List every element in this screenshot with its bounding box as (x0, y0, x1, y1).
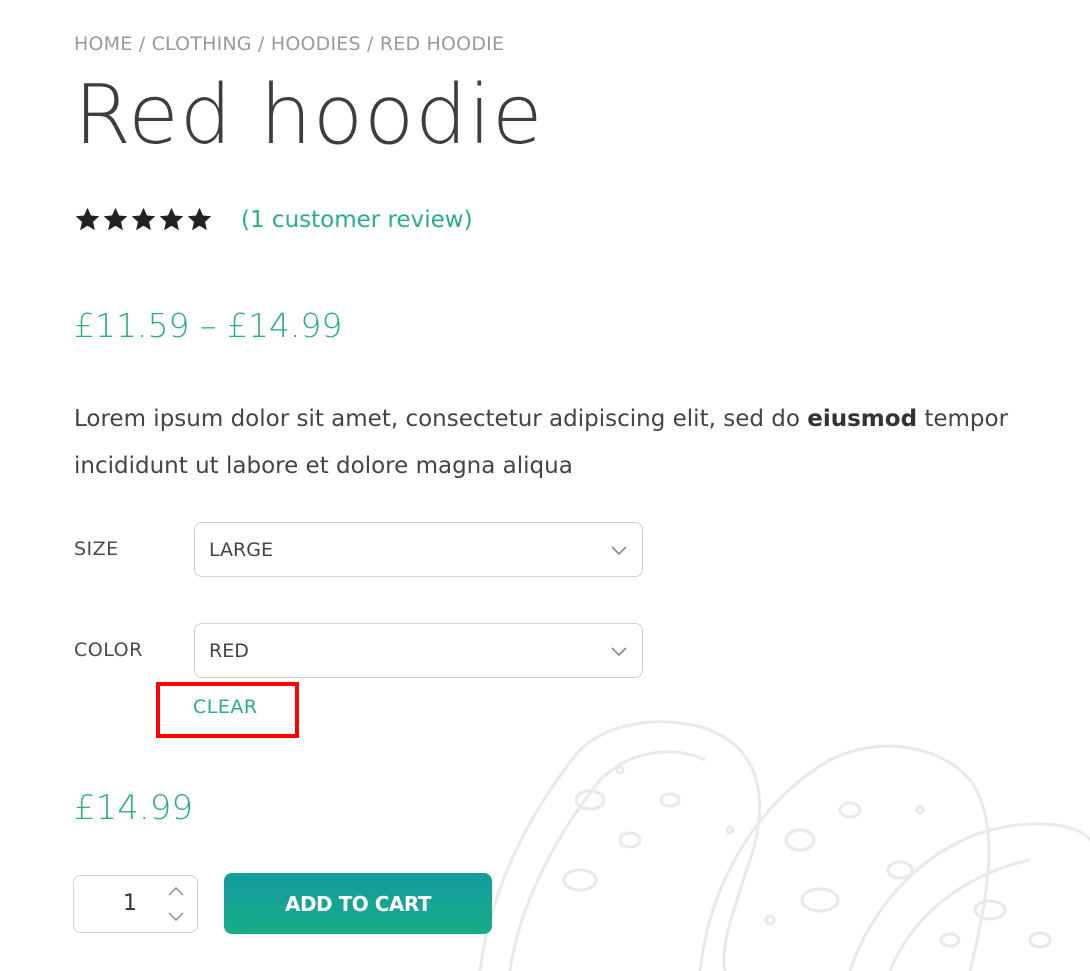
star-icon (103, 207, 128, 231)
breadcrumb-hoodies-link[interactable]: HOODIES (271, 33, 361, 55)
breadcrumb-separator: / (367, 33, 374, 55)
star-icon (131, 207, 156, 231)
color-select[interactable]: RED (194, 623, 643, 678)
description-text: Lorem ipsum dolor sit amet, consectetur … (74, 406, 808, 432)
star-icon (159, 207, 184, 231)
chevron-down-icon (611, 647, 627, 657)
breadcrumb-home-link[interactable]: HOME (74, 33, 132, 55)
product-description: Lorem ipsum dolor sit amet, consectetur … (74, 396, 1064, 490)
product-title: Red hoodie (74, 68, 544, 163)
add-to-cart-button[interactable]: ADD TO CART (224, 873, 492, 934)
breadcrumb-current: RED HOODIE (379, 33, 505, 55)
color-selected-value: RED (209, 639, 249, 662)
size-selected-value: LARGE (209, 538, 273, 561)
product-rating: (1 customer review) (74, 206, 473, 233)
color-label: COLOR (74, 639, 143, 661)
chevron-up-icon[interactable] (167, 884, 185, 898)
quantity-stepper[interactable]: 1 (73, 875, 198, 933)
breadcrumb: HOME / CLOTHING / HOODIES / RED HOODIE (74, 33, 504, 55)
clear-variations-link[interactable]: CLEAR (193, 696, 258, 718)
chevron-down-icon[interactable] (167, 910, 185, 924)
size-select[interactable]: LARGE (194, 522, 643, 577)
chevron-down-icon (611, 546, 627, 556)
price-range: £11.59 – £14.99 (74, 306, 343, 345)
breadcrumb-clothing-link[interactable]: CLOTHING (152, 33, 252, 55)
breadcrumb-separator: / (138, 33, 146, 55)
background-illustration (478, 720, 1090, 971)
size-label: SIZE (74, 538, 119, 560)
description-bold-text: eiusmod (807, 406, 918, 432)
selected-variation-price: £14.99 (74, 788, 193, 828)
star-icon (75, 207, 100, 231)
breadcrumb-separator: / (257, 33, 265, 55)
star-icon (187, 207, 212, 231)
star-rating (74, 206, 213, 233)
customer-review-link[interactable]: (1 customer review) (241, 207, 473, 233)
